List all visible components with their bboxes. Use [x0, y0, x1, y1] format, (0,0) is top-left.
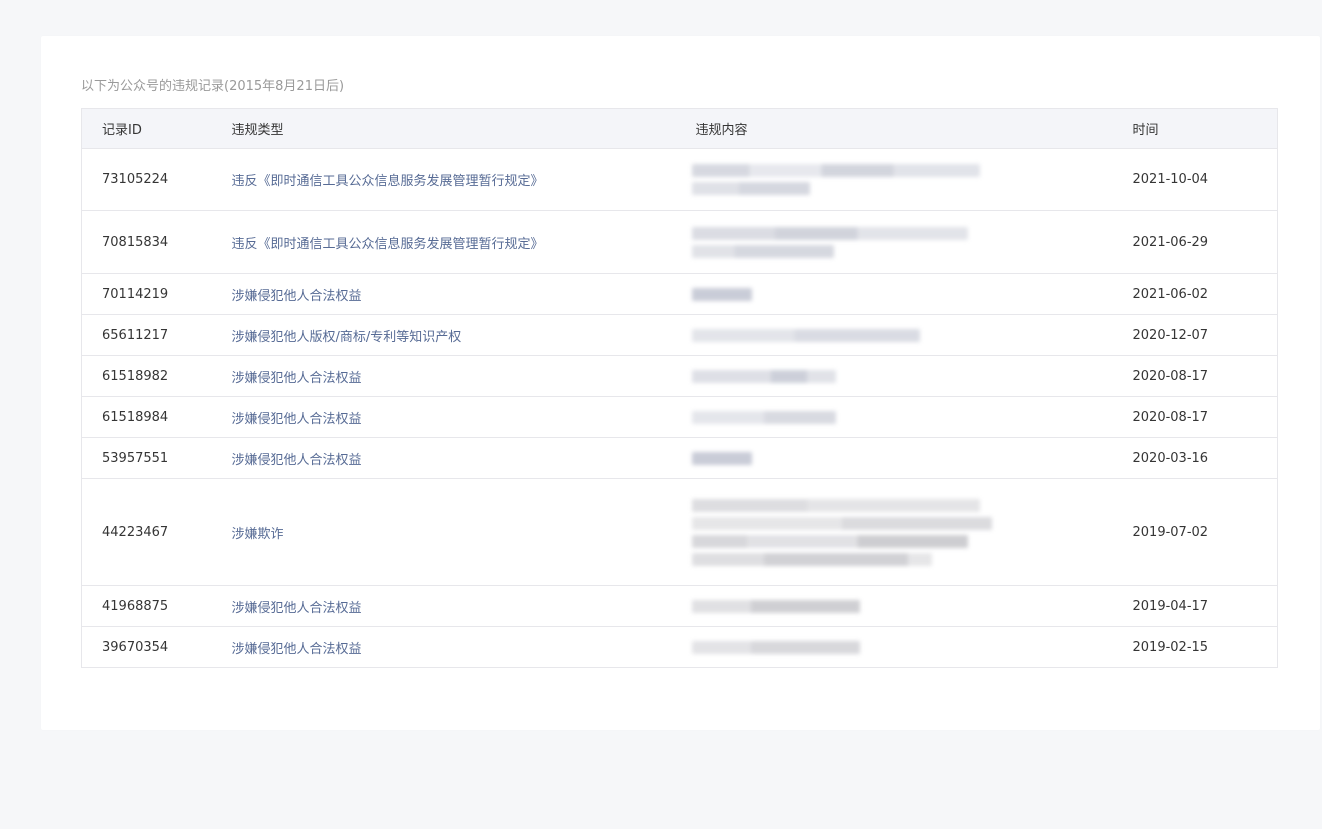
violation-time: 2019-02-15: [1132, 639, 1209, 655]
violation-type: 涉嫌侵犯他人合法权益: [211, 585, 676, 627]
violation-time: 2019-07-02: [1112, 478, 1278, 586]
record-id: 44223467: [81, 478, 212, 586]
table-row: 61518984 涉嫌侵犯他人合法权益 2020-08-17: [81, 396, 1278, 438]
record-id: 65611217: [81, 314, 212, 356]
violation-content-blurred: [675, 478, 1113, 586]
violation-type: 涉嫌侵犯他人合法权益: [211, 273, 676, 315]
violation-type: 违反《即时通信工具公众信息服务发展管理暂行规定》: [211, 148, 676, 211]
violation-content-blurred: [675, 210, 1113, 274]
table-row: 53957551 涉嫌侵犯他人合法权益 2020-03-16: [81, 437, 1278, 479]
violation-type: 涉嫌侵犯他人合法权益: [211, 355, 676, 397]
violation-content-blurred: [675, 396, 1113, 438]
record-id: 39670354: [102, 639, 169, 655]
records-caption: 以下为公众号的违规记录(2015年8月21日后): [81, 79, 345, 94]
violation-time: 2020-03-16: [1112, 437, 1278, 479]
violation-content-blurred: [676, 627, 1113, 668]
table-row: 65611217 涉嫌侵犯他人版权/商标/专利等知识产权 2020-12-07: [81, 314, 1278, 356]
column-header-id: 记录ID: [81, 108, 212, 149]
violation-records-card: 以下为公众号的违规记录(2015年8月21日后) 记录ID 违规类型 违规内容 …: [41, 36, 1320, 730]
table-header-row: 记录ID 违规类型 违规内容 时间: [81, 108, 1278, 149]
table-row: 41968875 涉嫌侵犯他人合法权益 2019-04-17: [81, 585, 1278, 627]
violation-content-blurred: [675, 148, 1113, 211]
violation-content-blurred: [675, 437, 1113, 479]
record-id: 70815834: [81, 210, 212, 274]
violation-time: 2020-12-07: [1112, 314, 1278, 356]
record-id: 61518982: [81, 355, 212, 397]
record-id: 53957551: [81, 437, 212, 479]
table-row: 70815834 违反《即时通信工具公众信息服务发展管理暂行规定》 2021-0…: [81, 210, 1278, 274]
table-row: 73105224 违反《即时通信工具公众信息服务发展管理暂行规定》 2021-1…: [81, 148, 1278, 211]
violation-type: 涉嫌侵犯他人合法权益: [211, 437, 676, 479]
table-row: 61518982 涉嫌侵犯他人合法权益 2020-08-17: [81, 355, 1278, 397]
violation-type: 涉嫌侵犯他人合法权益: [231, 641, 362, 657]
column-header-type: 违规类型: [211, 108, 676, 149]
violation-content-blurred: [675, 355, 1113, 397]
record-id: 41968875: [81, 585, 212, 627]
violation-type: 违反《即时通信工具公众信息服务发展管理暂行规定》: [211, 210, 676, 274]
record-id: 70114219: [81, 273, 212, 315]
column-header-time: 时间: [1112, 108, 1278, 149]
column-header-content: 违规内容: [675, 108, 1113, 149]
violation-type: 涉嫌侵犯他人合法权益: [211, 396, 676, 438]
violation-records-table: 记录ID 违规类型 违规内容 时间 73105224 违反《即时通信工具公众信息…: [81, 108, 1278, 668]
violation-time: 2020-08-17: [1112, 355, 1278, 397]
violation-time: 2021-06-29: [1112, 210, 1278, 274]
violation-type: 涉嫌欺诈: [211, 478, 676, 586]
violation-time: 2021-06-02: [1112, 273, 1278, 315]
violation-time: 2019-04-17: [1112, 585, 1278, 627]
violation-content-blurred: [675, 314, 1113, 356]
violation-content-blurred: [675, 273, 1113, 315]
record-id: 61518984: [81, 396, 212, 438]
record-id: 73105224: [81, 148, 212, 211]
violation-time: 2021-10-04: [1112, 148, 1278, 211]
table-row: 44223467 涉嫌欺诈 2019-07-02: [81, 478, 1278, 586]
table-row: 70114219 涉嫌侵犯他人合法权益 2021-06-02: [81, 273, 1278, 315]
table-row: 39670354 涉嫌侵犯他人合法权益 2019-02-15: [82, 627, 1278, 668]
violation-time: 2020-08-17: [1112, 396, 1278, 438]
violation-type: 涉嫌侵犯他人版权/商标/专利等知识产权: [211, 314, 676, 356]
violation-content-blurred: [675, 585, 1113, 627]
